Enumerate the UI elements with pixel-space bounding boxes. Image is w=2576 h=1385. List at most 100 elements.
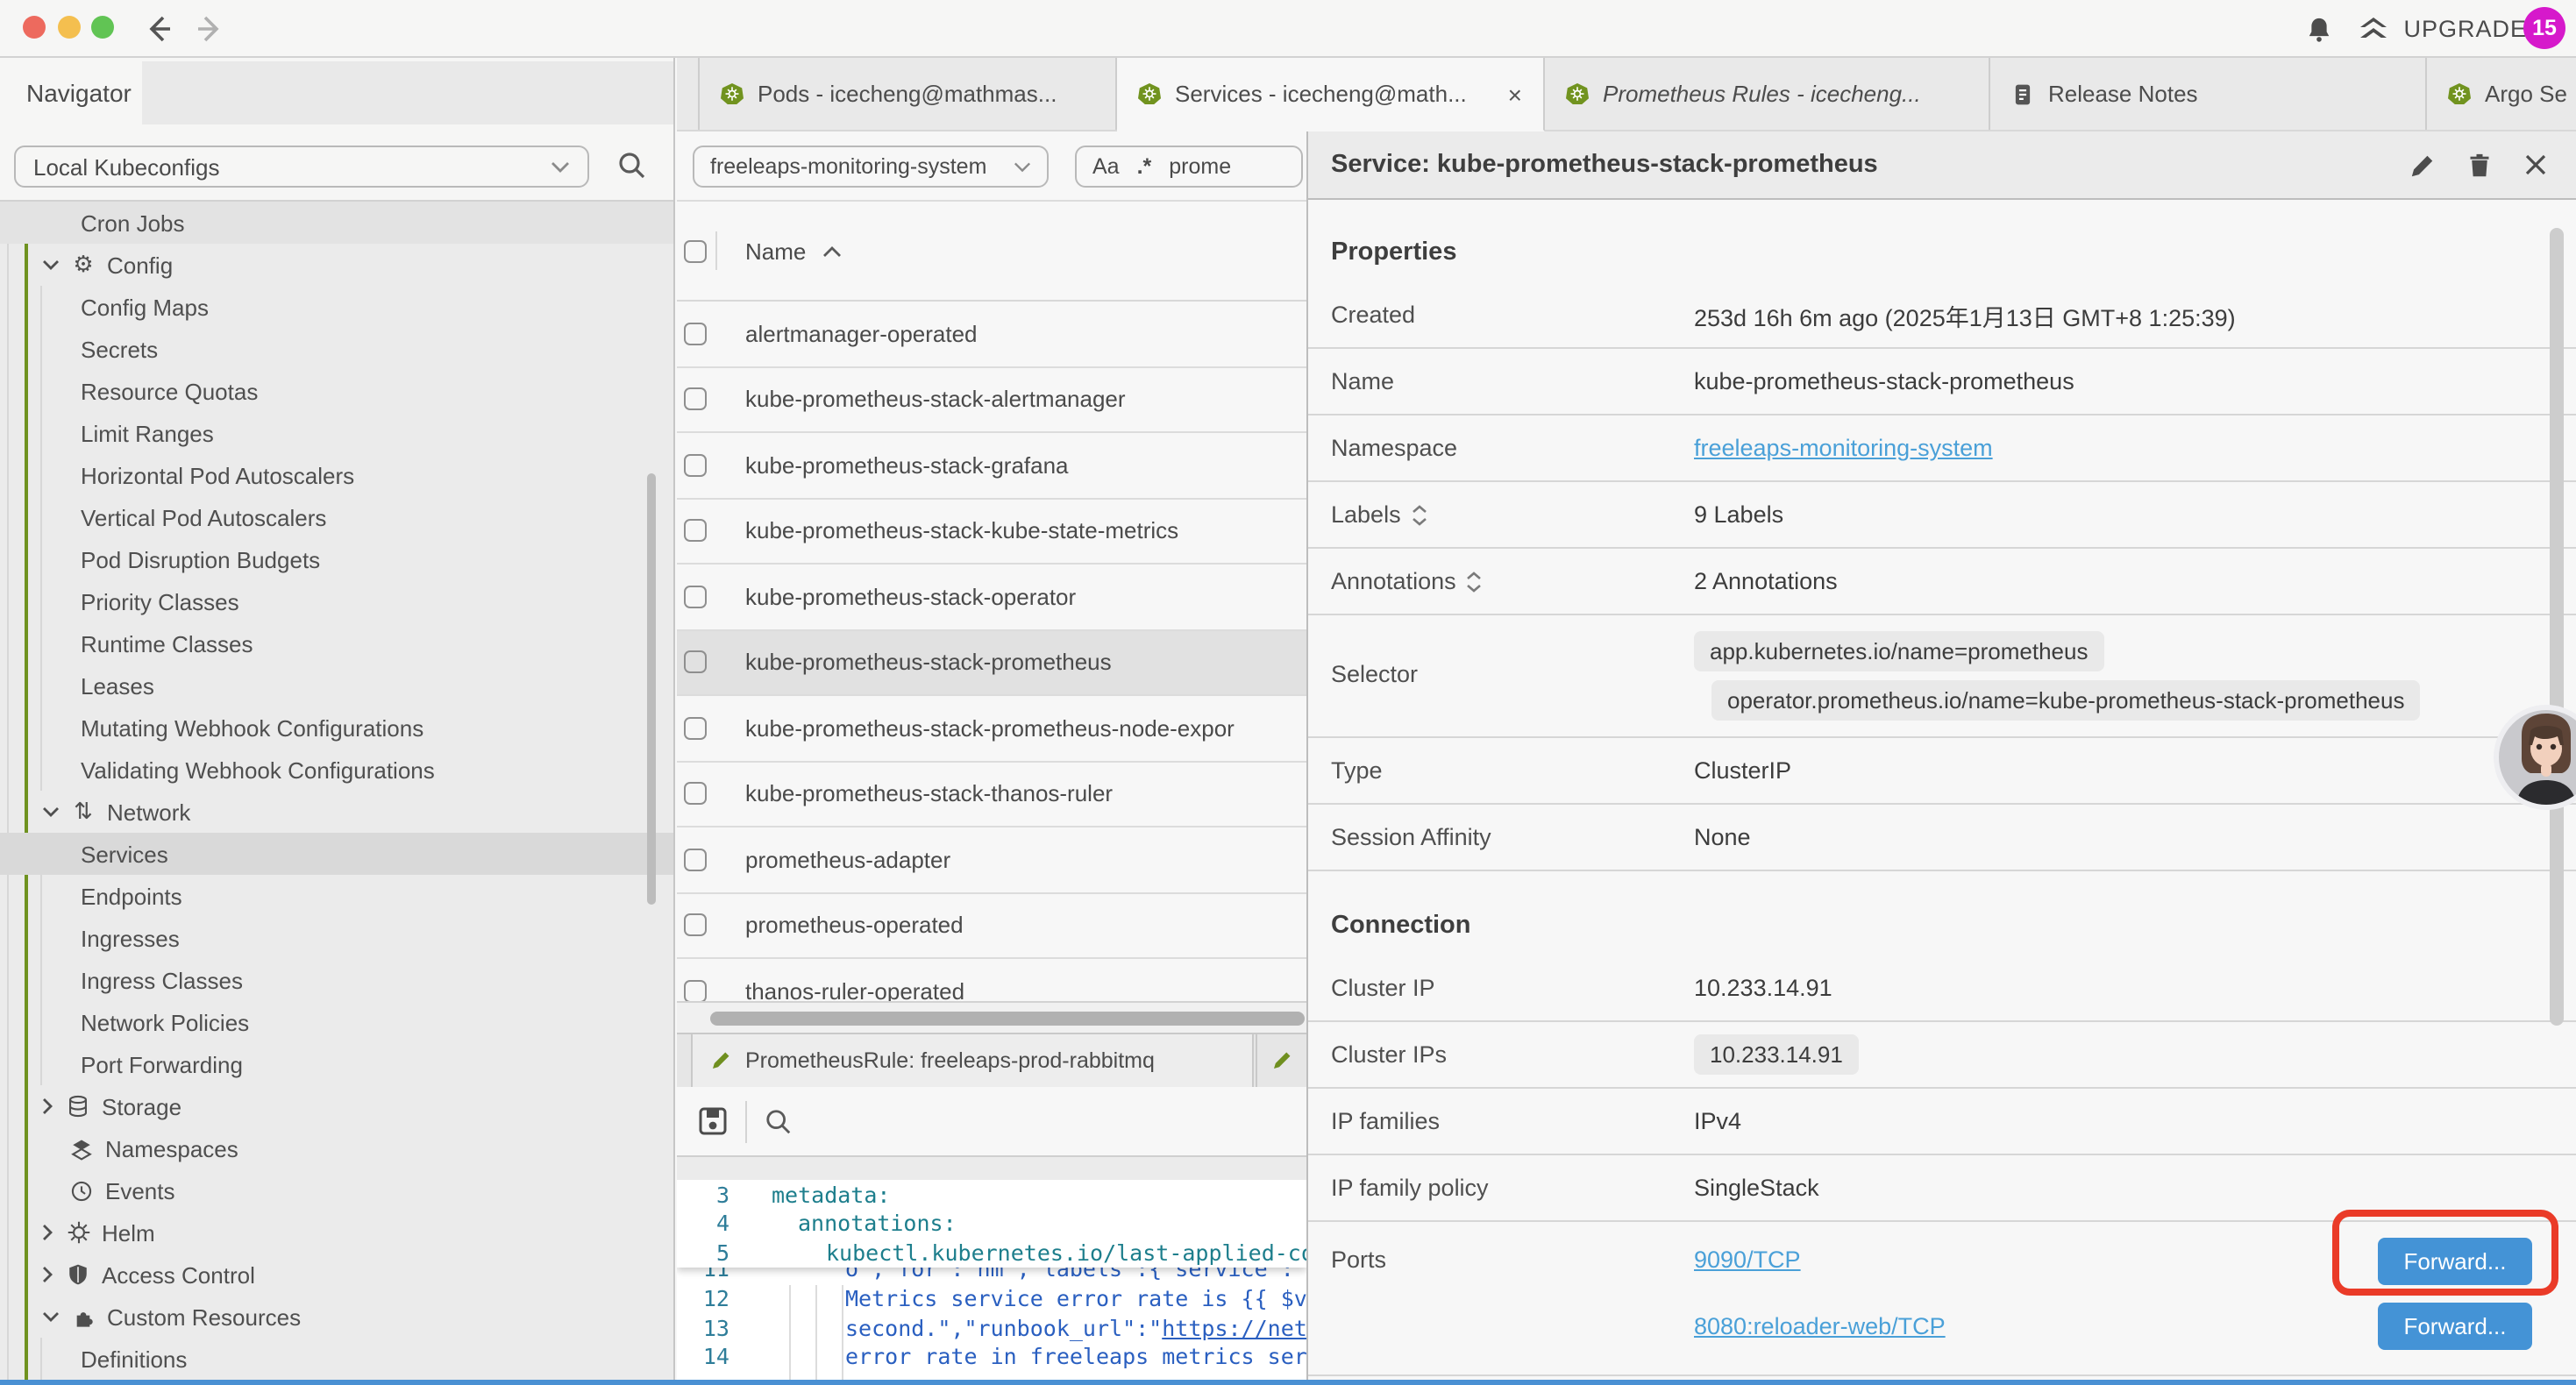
close-icon[interactable]	[2523, 153, 2548, 179]
sidebar-item-resource-quotas[interactable]: Resource Quotas	[0, 370, 673, 412]
match-case-toggle[interactable]: Aa	[1092, 154, 1120, 179]
row-checkbox[interactable]	[684, 323, 707, 345]
kubeconfig-select[interactable]: Local Kubeconfigs	[14, 146, 589, 188]
search-icon[interactable]	[765, 1107, 793, 1135]
table-row[interactable]: alertmanager-operated	[677, 302, 1306, 367]
row-checkbox[interactable]	[684, 651, 707, 674]
up-down-arrows-icon: ⇅	[70, 800, 96, 823]
forward-button[interactable]: Forward...	[2378, 1303, 2532, 1350]
sidebar-item-network-policies[interactable]: Network Policies	[0, 1001, 673, 1043]
sidebar-item-cron-jobs[interactable]: Cron Jobs	[0, 202, 673, 244]
sidebar-item-priority-classes[interactable]: Priority Classes	[0, 580, 673, 622]
detail-scrollbar[interactable]	[2550, 228, 2564, 1026]
row-checkbox[interactable]	[684, 783, 707, 806]
sidebar-item-vertical-pod-autoscalers[interactable]: Vertical Pod Autoscalers	[0, 496, 673, 538]
tab-prometheus-rules[interactable]: Prometheus Rules - icecheng...	[1545, 58, 1990, 130]
namespace-select[interactable]: freeleaps-monitoring-system	[693, 146, 1049, 188]
sidebar-item-endpoints[interactable]: Endpoints	[0, 875, 673, 917]
row-checkbox[interactable]	[684, 520, 707, 543]
port-link-8080[interactable]: 8080:reloader-web/TCP	[1694, 1313, 1946, 1339]
sidebar-item-limit-ranges[interactable]: Limit Ranges	[0, 412, 673, 454]
sidebar-item-helm[interactable]: Helm	[0, 1211, 673, 1254]
sidebar-item-network[interactable]: ⇅ Network	[0, 791, 673, 833]
table-row[interactable]: kube-prometheus-stack-operator	[677, 565, 1306, 630]
navigator-controls: Local Kubeconfigs	[0, 131, 673, 202]
row-checkbox[interactable]	[684, 388, 707, 411]
sidebar-item-port-forwarding[interactable]: Port Forwarding	[0, 1043, 673, 1085]
search-icon[interactable]	[617, 151, 647, 181]
column-header-name[interactable]: Name	[745, 238, 806, 264]
close-window-button[interactable]	[23, 16, 46, 39]
sidebar-item-access-control[interactable]: Access Control	[0, 1254, 673, 1296]
regex-toggle[interactable]: .*	[1137, 154, 1152, 179]
sidebar-item-events[interactable]: Events	[0, 1169, 673, 1211]
gears-icon: ⚙	[70, 253, 96, 276]
sidebar-item-services[interactable]: Services	[0, 833, 673, 875]
table-row[interactable]: kube-prometheus-stack-prometheus-node-ex…	[677, 696, 1306, 762]
table-row[interactable]: kube-prometheus-stack-alertmanager	[677, 367, 1306, 433]
edit-icon[interactable]	[2409, 153, 2436, 179]
sidebar-item-storage[interactable]: Storage	[0, 1085, 673, 1127]
sidebar-item-definitions[interactable]: Definitions	[0, 1338, 673, 1380]
sidebar-item-pod-disruption-budgets[interactable]: Pod Disruption Budgets	[0, 538, 673, 580]
unfold-icon[interactable]	[1467, 571, 1483, 592]
tab-prometheusrule-editor[interactable]: PrometheusRule: freeleaps-prod-rabbitmq	[691, 1034, 1254, 1087]
navigator-scrollbar[interactable]	[647, 473, 656, 905]
horizontal-scrollbar-thumb[interactable]	[710, 1012, 1305, 1026]
sidebar-item-ingresses[interactable]: Ingresses	[0, 917, 673, 959]
save-icon[interactable]	[698, 1106, 728, 1136]
minimize-window-button[interactable]	[58, 16, 81, 39]
table-row-selected[interactable]: kube-prometheus-stack-prometheus	[677, 630, 1306, 696]
row-checkbox[interactable]	[684, 980, 707, 1002]
tab-release-notes[interactable]: Release Notes	[1990, 58, 2427, 130]
yaml-editor[interactable]: 3metadata: 4annotations: 5kubectl.kubern…	[677, 1180, 1306, 1380]
table-row[interactable]: prometheus-operated	[677, 893, 1306, 959]
table-row[interactable]: kube-prometheus-stack-grafana	[677, 433, 1306, 499]
sidebar-item-config-maps[interactable]: Config Maps	[0, 286, 673, 328]
sidebar-item-validating-webhook-configurations[interactable]: Validating Webhook Configurations	[0, 749, 673, 791]
table-row[interactable]: kube-prometheus-stack-kube-state-metrics	[677, 499, 1306, 565]
sidebar-item-config[interactable]: ⚙ Config	[0, 244, 673, 286]
table-row[interactable]: prometheus-adapter	[677, 827, 1306, 893]
notifications-count-badge[interactable]: 15	[2523, 7, 2565, 49]
list-toolbar: freeleaps-monitoring-system Aa .* prome	[677, 131, 1306, 202]
filter-input-value[interactable]: prome	[1169, 154, 1231, 179]
tab-services[interactable]: Services - icecheng@math... ×	[1117, 58, 1545, 131]
row-checkbox[interactable]	[684, 717, 707, 740]
table-row[interactable]: thanos-ruler-operated	[677, 959, 1306, 1001]
sidebar-item-runtime-classes[interactable]: Runtime Classes	[0, 622, 673, 664]
row-checkbox[interactable]	[684, 454, 707, 477]
delete-icon[interactable]	[2467, 153, 2492, 179]
forward-arrow-icon[interactable]	[195, 14, 224, 44]
unfold-icon[interactable]	[1412, 504, 1427, 525]
upgrade-label[interactable]: UPGRADE	[2403, 16, 2527, 42]
horizontal-scrollbar[interactable]	[677, 1001, 1306, 1033]
close-tab-icon[interactable]: ×	[1491, 80, 1522, 108]
sort-ascending-icon[interactable]	[822, 245, 841, 257]
row-checkbox[interactable]	[684, 586, 707, 608]
filter-input[interactable]: Aa .* prome	[1075, 146, 1303, 188]
sidebar-item-horizontal-pod-autoscalers[interactable]: Horizontal Pod Autoscalers	[0, 454, 673, 496]
section-connection: Connection	[1308, 871, 2576, 955]
sidebar-item-secrets[interactable]: Secrets	[0, 328, 673, 370]
port-link-9090[interactable]: 9090/TCP	[1694, 1246, 1801, 1273]
row-checkbox[interactable]	[684, 914, 707, 937]
sidebar-item-mutating-webhook-configurations[interactable]: Mutating Webhook Configurations	[0, 707, 673, 749]
property-row-name: Name kube-prometheus-stack-prometheus	[1308, 349, 2576, 416]
tab-pods[interactable]: Pods - icecheng@mathmas...	[700, 58, 1117, 130]
sidebar-item-leases[interactable]: Leases	[0, 664, 673, 707]
upgrade-icon[interactable]: UPGRADE	[2356, 16, 2527, 42]
sidebar-item-namespaces[interactable]: Namespaces	[0, 1127, 673, 1169]
code-link[interactable]: https://net	[1162, 1315, 1306, 1341]
namespace-link[interactable]: freeleaps-monitoring-system	[1694, 435, 1993, 461]
sidebar-item-custom-resources[interactable]: Custom Resources	[0, 1296, 673, 1338]
select-all-checkbox[interactable]	[684, 239, 707, 262]
bell-icon[interactable]	[2305, 15, 2331, 43]
table-row[interactable]: kube-prometheus-stack-thanos-ruler	[677, 762, 1306, 827]
tab-editor-next[interactable]	[1256, 1034, 1306, 1087]
row-checkbox[interactable]	[684, 849, 707, 871]
back-arrow-icon[interactable]	[144, 14, 174, 44]
sidebar-item-ingress-classes[interactable]: Ingress Classes	[0, 959, 673, 1001]
zoom-window-button[interactable]	[91, 16, 114, 39]
tab-argo[interactable]: Argo Se	[2427, 58, 2576, 130]
